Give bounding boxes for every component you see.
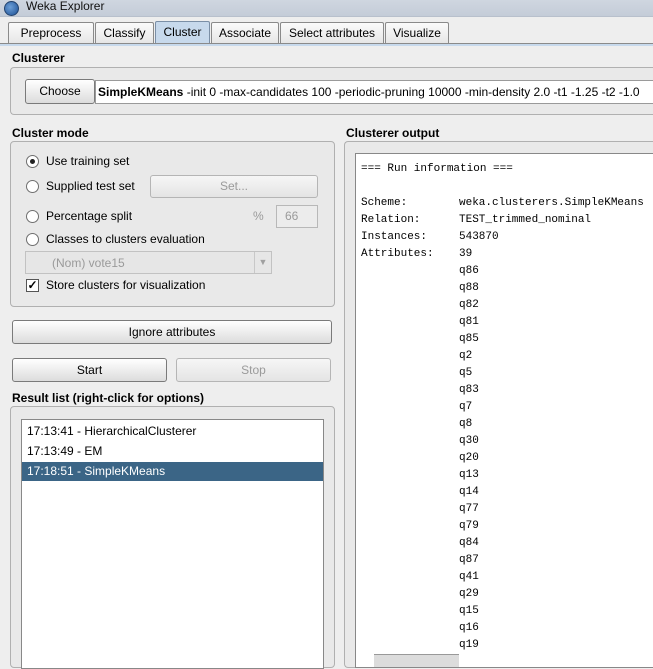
output-attribute-item: q79 [459,520,479,532]
tab-select-attributes[interactable]: Select attributes [280,22,384,43]
output-attribute-item: q19 [459,639,479,651]
result-list-title: Result list (right-click for options) [12,391,205,405]
output-attribute-item: q15 [459,605,479,617]
choose-button[interactable]: Choose [25,79,95,104]
output-attribute-item: q13 [459,469,479,481]
output-attribute-item: q16 [459,622,479,634]
percentage-split-input[interactable]: 66 [276,205,318,228]
percentage-split-label: Percentage split [46,209,133,223]
title-bar: Weka Explorer [0,0,653,17]
result-list[interactable]: 17:13:41 - HierarchicalClusterer 17:13:4… [21,419,324,669]
output-attribute-item: q8 [459,418,473,430]
clusterer-algorithm-name: SimpleKMeans [98,85,184,99]
output-scheme-key: Scheme: [361,197,408,209]
clusterer-output-text[interactable]: === Run information === Scheme: weka.clu… [355,153,653,668]
horizontal-scrollbar-thumb[interactable] [374,654,459,667]
output-scheme-value: weka.clusterers.SimpleKMeans [459,197,644,209]
output-attribute-item: q77 [459,503,479,515]
tab-associate[interactable]: Associate [211,22,279,43]
result-item-em[interactable]: 17:13:49 - EM [22,442,323,461]
supplied-test-set-label: Supplied test set [46,179,135,193]
output-attribute-item: q41 [459,571,479,583]
chevron-down-icon: ▼ [254,252,271,273]
clusterer-config-field[interactable]: SimpleKMeans -init 0 -max-candidates 100… [95,80,653,104]
output-attribute-item: q88 [459,282,479,294]
output-attribute-item: q29 [459,588,479,600]
tab-preprocess[interactable]: Preprocess [8,22,94,43]
tab-visualize[interactable]: Visualize [385,22,449,43]
ignore-attributes-button[interactable]: Ignore attributes [12,320,332,344]
output-attribute-item: q83 [459,384,479,396]
result-item-simplekmeans[interactable]: 17:18:51 - SimpleKMeans [22,462,323,481]
class-attribute-value: (Nom) vote15 [52,256,125,270]
output-attribute-item: q30 [459,435,479,447]
use-training-set-radio[interactable] [26,155,39,168]
output-attribute-item: q7 [459,401,473,413]
use-training-set-label: Use training set [46,154,130,168]
window-title: Weka Explorer [26,0,105,13]
output-attribute-item: q14 [459,486,479,498]
output-attribute-item: q86 [459,265,479,277]
start-button[interactable]: Start [12,358,167,382]
cluster-mode-title: Cluster mode [12,126,89,140]
classes-to-clusters-label: Classes to clusters evaluation [46,232,205,246]
result-item-hierarchical[interactable]: 17:13:41 - HierarchicalClusterer [22,422,323,441]
clusterer-options: -init 0 -max-candidates 100 -periodic-pr… [183,85,640,99]
output-attribute-item: q85 [459,333,479,345]
output-attributes-value: 39 [459,248,473,260]
set-test-set-button[interactable]: Set... [150,175,318,198]
output-header: === Run information === [361,163,513,175]
stop-button[interactable]: Stop [176,358,331,382]
tab-bar: Preprocess Classify Cluster Associate Se… [0,17,653,45]
percent-sign: % [253,209,264,223]
output-instances-value: 543870 [459,231,499,243]
clusterer-output-title: Clusterer output [346,126,440,140]
store-clusters-label: Store clusters for visualization [46,278,206,292]
output-relation-key: Relation: [361,214,421,226]
tab-cluster[interactable]: Cluster [155,21,210,44]
tab-divider [0,43,653,46]
classes-to-clusters-radio[interactable] [26,233,39,246]
store-clusters-checkbox[interactable]: ✓ [26,279,39,292]
output-attribute-item: q5 [459,367,473,379]
tab-classify[interactable]: Classify [95,22,154,43]
class-attribute-select[interactable]: (Nom) vote15 ▼ [25,251,272,274]
percentage-split-radio[interactable] [26,210,39,223]
output-attributes-key: Attributes: [361,248,434,260]
output-attribute-item: q20 [459,452,479,464]
output-attribute-item: q2 [459,350,473,362]
output-instances-key: Instances: [361,231,428,243]
output-attribute-item: q82 [459,299,479,311]
output-attribute-item: q87 [459,554,479,566]
weka-app-icon [4,1,19,16]
clusterer-section-title: Clusterer [12,51,65,65]
output-attribute-item: q81 [459,316,479,328]
output-attribute-item: q84 [459,537,479,549]
output-relation-value: TEST_trimmed_nominal [459,214,592,226]
supplied-test-set-radio[interactable] [26,180,39,193]
